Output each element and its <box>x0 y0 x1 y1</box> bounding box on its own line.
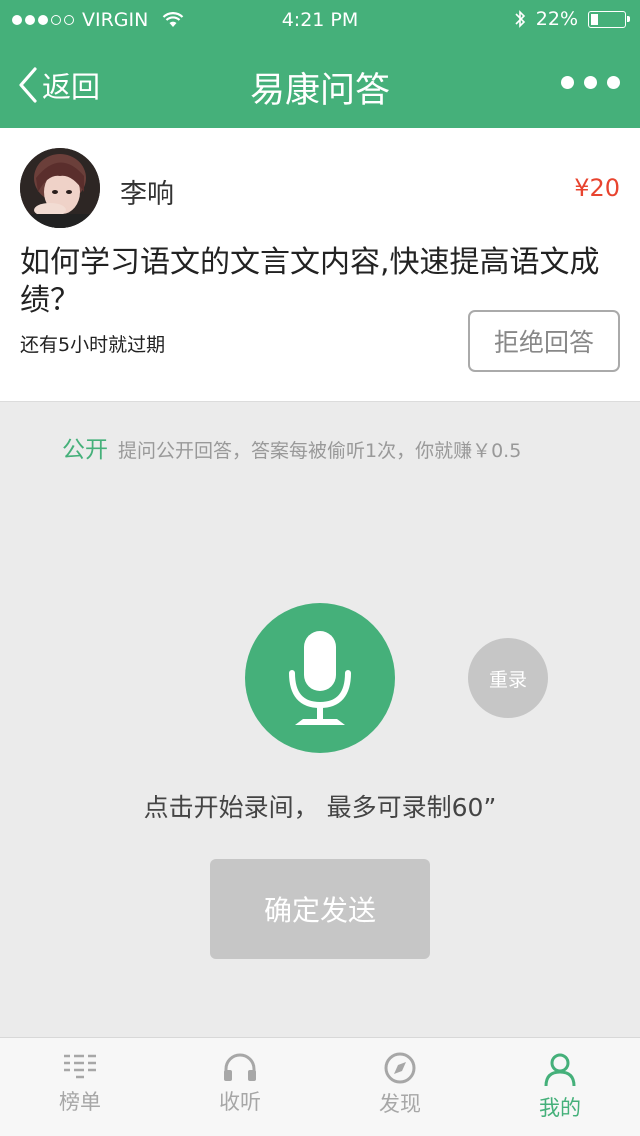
question-text: 如何学习语文的文言文内容,快速提高语文成绩？ <box>20 245 600 318</box>
tab-label: 我的 <box>539 1096 581 1120</box>
more-dot-icon <box>561 76 574 89</box>
nav-bar: 返回 易康问答 <box>0 40 640 128</box>
headphones-icon <box>224 1053 256 1081</box>
more-dot-icon <box>607 76 620 89</box>
send-button[interactable]: 确定发送 <box>210 859 430 959</box>
list-icon <box>64 1054 96 1079</box>
battery-icon <box>588 10 630 28</box>
status-bar: VIRGIN 4:21 PM 22% <box>0 0 640 40</box>
question-card: 李响 ¥20 如何学习语文的文言文内容,快速提高语文成绩？ 还有5小时就过期 拒… <box>0 128 640 402</box>
public-note: 提问公开回答，答案每被偷听1次，你就赚￥0.5 <box>118 440 522 462</box>
tab-mine[interactable]: 我的 <box>480 1038 640 1136</box>
price-label: ¥20 <box>574 174 620 202</box>
more-dot-icon <box>584 76 597 89</box>
rerecord-button[interactable]: 重录 <box>468 638 548 718</box>
tab-label: 榜单 <box>59 1090 101 1114</box>
compass-icon <box>384 1052 416 1084</box>
record-button[interactable] <box>245 603 395 753</box>
tab-discover[interactable]: 发现 <box>320 1038 480 1136</box>
status-right: 22% <box>514 8 630 30</box>
page-title: 易康问答 <box>249 71 390 111</box>
record-hint: 点击开始录间， 最多可录制60” <box>143 793 497 822</box>
public-notice: 公开 提问公开回答，答案每被偷听1次，你就赚￥0.5 <box>62 430 521 464</box>
bluetooth-icon <box>515 10 525 28</box>
tab-label: 收听 <box>219 1090 261 1114</box>
reject-button[interactable]: 拒绝回答 <box>468 310 620 372</box>
microphone-icon <box>289 631 351 725</box>
person-icon <box>544 1053 576 1087</box>
public-tag: 公开 <box>62 437 108 463</box>
battery-percent: 22% <box>535 8 578 30</box>
user-name: 李响 <box>120 179 174 210</box>
more-button[interactable] <box>561 76 620 89</box>
tab-listen[interactable]: 收听 <box>160 1038 320 1136</box>
avatar[interactable] <box>20 148 100 228</box>
expire-text: 还有5小时就过期 <box>20 334 166 356</box>
tab-rankings[interactable]: 榜单 <box>0 1038 160 1136</box>
tab-bar: 榜单 收听 发现 我的 <box>0 1037 640 1136</box>
tab-label: 发现 <box>379 1092 421 1116</box>
